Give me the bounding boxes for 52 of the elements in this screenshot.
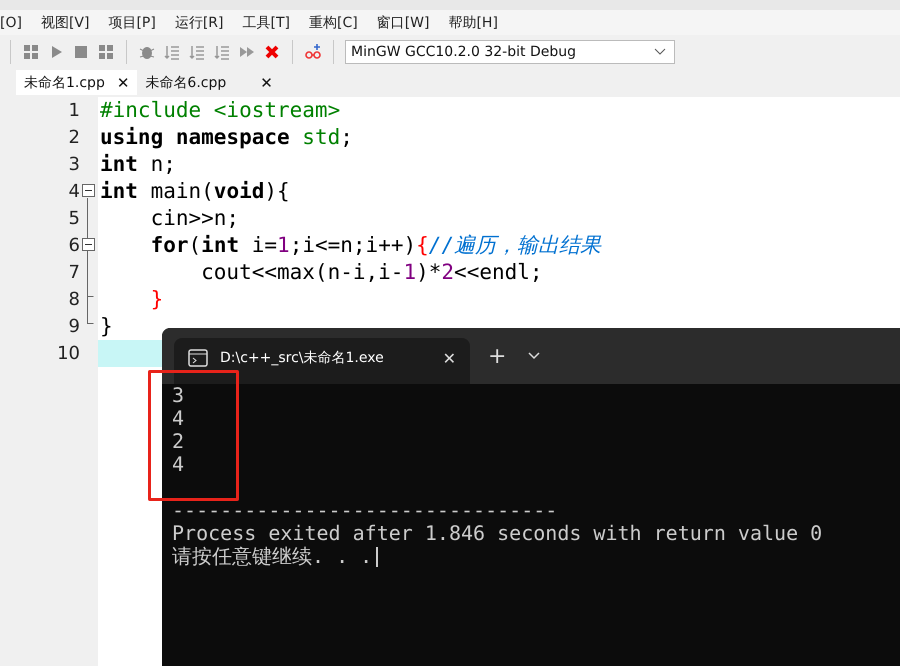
line-number: 1 <box>68 99 80 123</box>
code-line: int n; <box>99 151 177 178</box>
chevron-down-icon <box>654 48 666 56</box>
new-tab-button[interactable]: + <box>488 344 506 368</box>
file-tab[interactable]: 未命名6.cpp ✕ <box>137 70 281 95</box>
line-number: 10 <box>56 342 80 366</box>
menu-item[interactable]: [O] <box>0 14 22 30</box>
close-icon[interactable]: ✕ <box>442 348 456 368</box>
line-number: 3 <box>68 153 80 177</box>
line-number: 5 <box>68 207 80 231</box>
line-number: 2 <box>68 126 80 150</box>
output-line: 4 <box>172 453 186 476</box>
line-number: 9 <box>68 315 80 339</box>
menu-item[interactable]: 重构[C] <box>308 14 358 32</box>
glasses-icon[interactable] <box>304 42 322 60</box>
menu-item[interactable]: 视图[V] <box>40 14 90 32</box>
output-line: 4 <box>172 407 186 430</box>
line-number: 7 <box>68 261 80 285</box>
code-line: using namespace std; <box>99 124 354 151</box>
code-line: int main(void){ <box>99 178 291 205</box>
separator-line: -------------------------------- <box>172 499 558 522</box>
output-line: 3 <box>172 384 186 407</box>
collapse-toggle[interactable] <box>82 238 95 251</box>
text-cursor <box>376 546 378 566</box>
code-line: cout<<max(n-i,i-1)*2<<endl; <box>200 259 544 286</box>
menu-item[interactable]: 帮助[H] <box>448 14 498 32</box>
line-number: 6 <box>68 234 80 258</box>
console-icon <box>188 349 208 367</box>
code-line: } <box>99 313 114 340</box>
output-line: 2 <box>172 430 186 453</box>
close-icon[interactable] <box>263 42 281 60</box>
menu-item[interactable]: 工具[T] <box>242 14 290 32</box>
compiler-dropdown[interactable]: MinGW GCC10.2.0 32-bit Debug <box>345 40 675 64</box>
code-line: cin>>n; <box>150 205 240 232</box>
file-tab[interactable]: 未命名1.cpp ✕ <box>16 70 138 95</box>
close-icon[interactable]: ✕ <box>116 74 130 92</box>
collapse-toggle[interactable] <box>82 184 95 197</box>
line-number: 4 <box>68 180 80 204</box>
menu-item[interactable]: 窗口[W] <box>376 14 430 32</box>
close-icon[interactable]: ✕ <box>260 74 273 92</box>
menu-item[interactable]: 项目[P] <box>108 14 156 32</box>
status-line: Process exited after 1.846 seconds with return value 0 <box>172 522 824 545</box>
menu-item[interactable]: 运行[R] <box>174 14 224 32</box>
code-line: } <box>150 286 164 313</box>
prompt-line: 请按任意键继续. . . <box>172 545 372 568</box>
code-line: #include <iostream> <box>99 97 342 124</box>
code-line: for(int i=1;i<=n;i++){//遍历，输出结果 <box>150 232 602 259</box>
grid-icon[interactable] <box>22 42 40 60</box>
chevron-down-icon[interactable] <box>528 352 540 360</box>
terminal-tab[interactable]: D:\c++_src\未命名1.exe ✕ <box>174 338 470 384</box>
line-number: 8 <box>68 288 80 312</box>
grid-icon[interactable] <box>97 42 115 60</box>
